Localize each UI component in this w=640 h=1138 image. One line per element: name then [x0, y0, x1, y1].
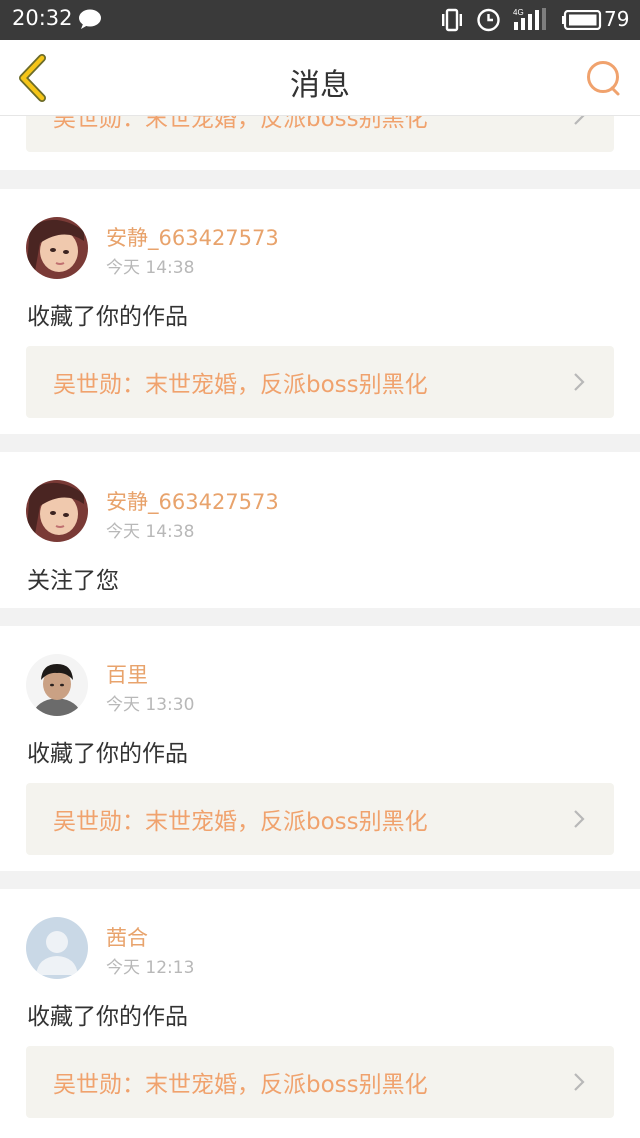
status-time: 20:32	[12, 6, 73, 30]
work-link[interactable]: 吴世勋：末世宠婚，反派boss别黑化	[26, 116, 614, 152]
battery-level-text: 79	[604, 7, 630, 31]
chevron-right-icon	[574, 810, 585, 828]
username[interactable]: 安静_663427573	[106, 486, 279, 516]
chevron-right-icon	[574, 116, 585, 125]
list-item: 百里 今天 13:30 收藏了你的作品 吴世勋：末世宠婚，反派boss别黑化	[0, 626, 640, 871]
work-title: 吴世勋：末世宠婚，反派boss别黑化	[53, 116, 428, 132]
chevron-right-icon	[574, 373, 585, 391]
list-item: 安静_663427573 今天 14:38 关注了您	[0, 452, 640, 608]
status-bar: 20:32 4G 79	[0, 0, 640, 40]
avatar[interactable]	[26, 654, 88, 716]
action-text: 收藏了你的作品	[27, 741, 188, 767]
alarm-icon	[477, 8, 500, 32]
vibrate-icon	[442, 8, 462, 32]
timestamp: 今天 14:38	[106, 258, 195, 278]
timestamp: 今天 12:13	[106, 958, 195, 978]
username[interactable]: 安静_663427573	[106, 222, 279, 252]
work-title: 吴世勋：末世宠婚，反派boss别黑化	[53, 1072, 428, 1098]
app-header: 消息	[0, 40, 640, 116]
avatar[interactable]	[26, 480, 88, 542]
work-link[interactable]: 吴世勋：末世宠婚，反派boss别黑化	[26, 1046, 614, 1118]
username[interactable]: 百里	[106, 659, 148, 689]
action-text: 收藏了你的作品	[27, 1004, 188, 1030]
chevron-right-icon	[574, 1073, 585, 1091]
message-list[interactable]: 吴世勋：末世宠婚，反派boss别黑化 安静_663427573 今天 14:38…	[0, 116, 640, 1138]
timestamp: 今天 13:30	[106, 695, 195, 715]
search-icon[interactable]	[584, 58, 624, 98]
battery-icon	[562, 10, 602, 30]
work-link[interactable]: 吴世勋：末世宠婚，反派boss别黑化	[26, 783, 614, 855]
work-link[interactable]: 吴世勋：末世宠婚，反派boss别黑化	[26, 346, 614, 418]
timestamp: 今天 14:38	[106, 522, 195, 542]
work-title: 吴世勋：末世宠婚，反派boss别黑化	[53, 372, 428, 398]
signal-icon: 4G	[513, 8, 546, 30]
page-title: 消息	[290, 68, 350, 103]
network-type-label: 4G	[513, 8, 524, 17]
list-item: 吴世勋：末世宠婚，反派boss别黑化	[0, 116, 640, 170]
username[interactable]: 茜合	[106, 922, 148, 952]
action-text: 关注了您	[27, 568, 119, 594]
action-text: 收藏了你的作品	[27, 304, 188, 330]
list-item: 安静_663427573 今天 14:38 收藏了你的作品 吴世勋：末世宠婚，反…	[0, 189, 640, 434]
chat-bubble-icon	[79, 9, 101, 29]
work-title: 吴世勋：末世宠婚，反派boss别黑化	[53, 809, 428, 835]
avatar[interactable]	[26, 217, 88, 279]
list-item: 茜合 今天 12:13 收藏了你的作品 吴世勋：末世宠婚，反派boss别黑化	[0, 889, 640, 1138]
avatar[interactable]	[26, 917, 88, 979]
